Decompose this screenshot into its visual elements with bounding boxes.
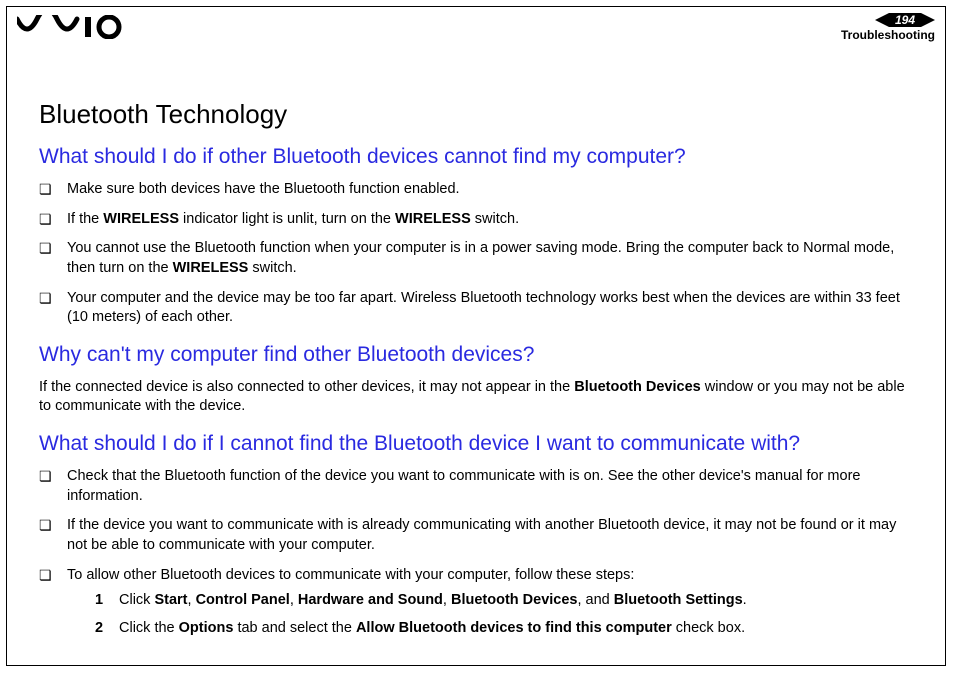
text: , <box>290 592 298 608</box>
text: Click the <box>119 620 179 636</box>
text: To allow other Bluetooth devices to comm… <box>67 567 634 583</box>
question-2-heading: Why can't my computer find other Bluetoo… <box>39 342 913 368</box>
bold-text: WIRELESS <box>395 211 471 227</box>
text: Click <box>119 592 154 608</box>
bold-text: Bluetooth Settings <box>614 592 743 608</box>
question-1-heading: What should I do if other Bluetooth devi… <box>39 144 913 170</box>
bold-text: WIRELESS <box>173 260 249 276</box>
page-frame: 194 Troubleshooting Bluetooth Technology… <box>6 6 946 666</box>
text: If the connected device is also connecte… <box>39 379 574 395</box>
text: If the device you want to communicate wi… <box>67 517 896 553</box>
bold-text: Bluetooth Devices <box>574 379 701 395</box>
question-1-list: Make sure both devices have the Bluetoot… <box>39 180 913 327</box>
text: Your computer and the device may be too … <box>67 290 900 326</box>
prev-page-icon[interactable] <box>875 13 889 27</box>
text: indicator light is unlit, turn on the <box>179 211 395 227</box>
list-item: Check that the Bluetooth function of the… <box>39 467 913 506</box>
list-item: Your computer and the device may be too … <box>39 289 913 328</box>
bold-text: Options <box>179 620 234 636</box>
text: tab and select the <box>233 620 356 636</box>
page-navigator: 194 <box>841 13 935 27</box>
bold-text: Control Panel <box>196 592 290 608</box>
bold-text: Start <box>154 592 187 608</box>
header-right: 194 Troubleshooting <box>841 13 935 41</box>
bold-text: Allow Bluetooth devices to find this com… <box>356 620 672 636</box>
text: Make sure both devices have the Bluetoot… <box>67 181 460 197</box>
text: Check that the Bluetooth function of the… <box>67 468 860 504</box>
section-label: Troubleshooting <box>841 29 935 41</box>
step-item: Click the Options tab and select the All… <box>95 619 913 639</box>
text: , <box>443 592 451 608</box>
step-item: Click Start, Control Panel, Hardware and… <box>95 591 913 611</box>
text: If the <box>67 211 103 227</box>
text: switch. <box>248 260 296 276</box>
page-title: Bluetooth Technology <box>39 99 913 130</box>
list-item: To allow other Bluetooth devices to comm… <box>39 566 913 639</box>
question-3-heading: What should I do if I cannot find the Bl… <box>39 431 913 457</box>
list-item: Make sure both devices have the Bluetoot… <box>39 180 913 200</box>
list-item: You cannot use the Bluetooth function wh… <box>39 239 913 278</box>
text: . <box>743 592 747 608</box>
text: switch. <box>471 211 519 227</box>
text: , and <box>577 592 613 608</box>
vaio-logo-svg <box>17 15 127 39</box>
text: , <box>188 592 196 608</box>
page-header: 194 Troubleshooting <box>7 7 945 49</box>
page-content: Bluetooth Technology What should I do if… <box>7 49 945 638</box>
list-item: If the WIRELESS indicator light is unlit… <box>39 210 913 230</box>
list-item: If the device you want to communicate wi… <box>39 516 913 555</box>
bold-text: Bluetooth Devices <box>451 592 578 608</box>
next-page-icon[interactable] <box>921 13 935 27</box>
bold-text: WIRELESS <box>103 211 179 227</box>
bold-text: Hardware and Sound <box>298 592 443 608</box>
vaio-logo <box>17 15 127 39</box>
text: check box. <box>672 620 745 636</box>
question-3-list: Check that the Bluetooth function of the… <box>39 467 913 638</box>
page-number: 194 <box>889 13 921 27</box>
question-2-para: If the connected device is also connecte… <box>39 378 913 417</box>
steps-list: Click Start, Control Panel, Hardware and… <box>67 591 913 638</box>
